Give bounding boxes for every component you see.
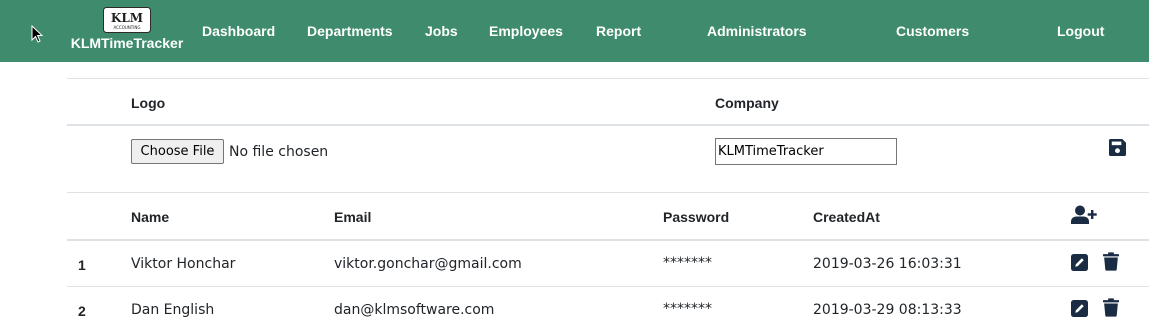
logo-header: Logo — [131, 95, 166, 111]
admin-name: Viktor Honchar — [131, 256, 236, 272]
admin-password: ******* — [663, 255, 712, 271]
admin-password: ******* — [663, 301, 712, 317]
admin-email: viktor.gonchar@gmail.com — [334, 256, 522, 272]
email-column-header: Email — [334, 209, 372, 225]
edit-icon[interactable] — [1071, 254, 1088, 271]
nav-jobs[interactable]: Jobs — [425, 23, 458, 39]
nav-dashboard[interactable]: Dashboard — [202, 23, 275, 39]
company-name-input[interactable] — [715, 138, 897, 165]
brand-logo: KLM ACCOUNTING — [103, 7, 151, 33]
divider — [67, 78, 1149, 79]
name-column-header: Name — [131, 209, 170, 225]
admin-name: Dan English — [131, 302, 215, 318]
nav-customers[interactable]: Customers — [896, 23, 969, 39]
trash-icon[interactable] — [1103, 252, 1119, 271]
nav-logout[interactable]: Logout — [1057, 23, 1104, 39]
brand[interactable]: KLM ACCOUNTING KLMTimeTracker — [68, 7, 186, 55]
row-index: 2 — [78, 303, 86, 319]
edit-icon[interactable] — [1071, 300, 1088, 317]
save-icon[interactable] — [1109, 139, 1126, 156]
company-header: Company — [715, 95, 779, 111]
createdat-column-header: CreatedAt — [813, 209, 880, 225]
divider — [67, 124, 1149, 126]
divider — [67, 239, 1149, 241]
nav-administrators[interactable]: Administrators — [707, 23, 807, 39]
user-plus-icon[interactable] — [1071, 205, 1097, 225]
mouse-cursor-icon — [31, 25, 43, 43]
svg-text:ACCOUNTING: ACCOUNTING — [113, 25, 140, 30]
file-status: No file chosen — [229, 144, 329, 160]
svg-text:KLM: KLM — [111, 11, 143, 25]
admin-created-at: 2019-03-29 08:13:33 — [813, 302, 962, 318]
admin-email: dan@klmsoftware.com — [334, 302, 495, 318]
divider — [67, 286, 1149, 287]
top-navbar: KLM ACCOUNTING KLMTimeTracker Dashboard … — [0, 0, 1149, 62]
trash-icon[interactable] — [1103, 298, 1119, 317]
divider — [67, 192, 1149, 193]
nav-employees[interactable]: Employees — [489, 23, 563, 39]
row-index: 1 — [78, 257, 86, 273]
brand-name: KLMTimeTracker — [70, 35, 184, 51]
admin-created-at: 2019-03-26 16:03:31 — [813, 256, 962, 272]
password-column-header: Password — [663, 209, 730, 225]
nav-report[interactable]: Report — [596, 23, 641, 39]
nav-departments[interactable]: Departments — [307, 23, 393, 39]
choose-file-button[interactable]: Choose File — [131, 139, 224, 164]
